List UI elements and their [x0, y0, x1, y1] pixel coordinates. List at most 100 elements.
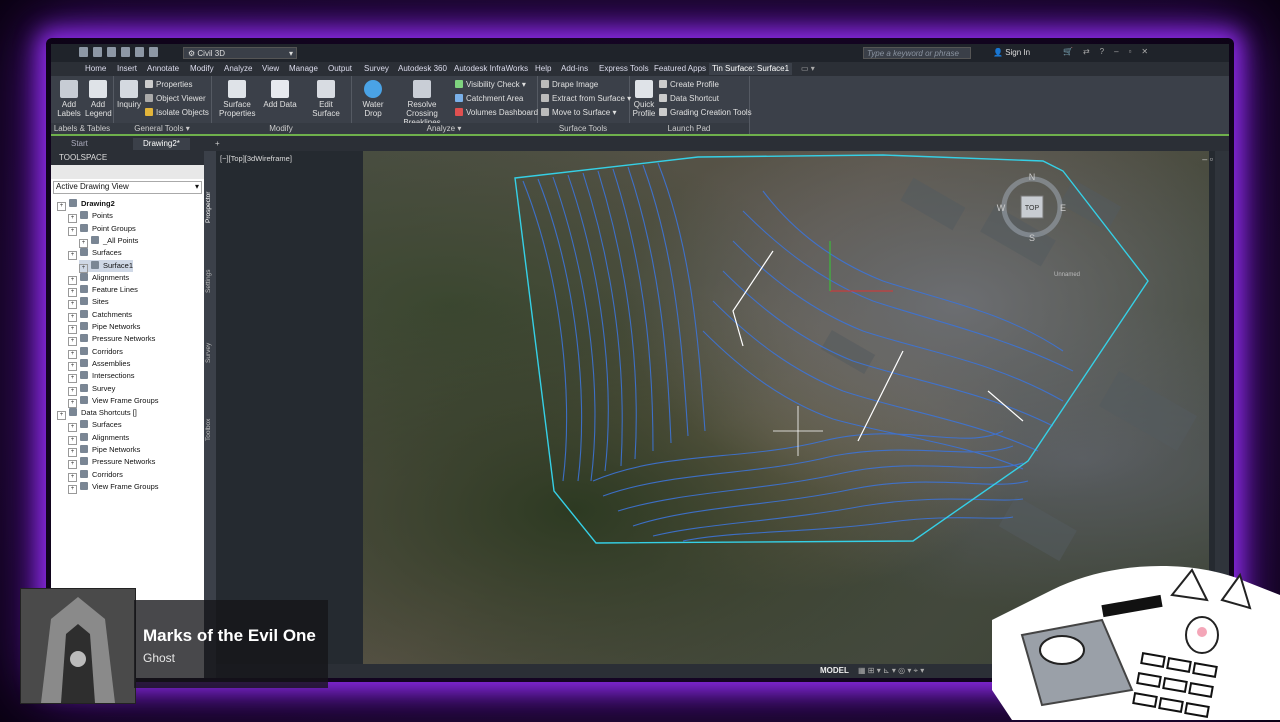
tree-item[interactable]: + Points [68, 210, 113, 224]
extract-from-surface-button[interactable]: Extract from Surface ▾ [541, 94, 631, 104]
help-icon[interactable]: ? [1100, 47, 1104, 56]
tree-item[interactable]: + Pipe Networks [68, 444, 140, 457]
move-to-surface-button[interactable]: Move to Surface ▾ [541, 108, 617, 118]
expand-icon[interactable]: + [57, 411, 66, 421]
tab-modify[interactable]: Modify [190, 63, 214, 75]
vtab-settings[interactable]: Settings [205, 270, 212, 294]
tree-item[interactable]: + Data Shortcuts [] [57, 407, 137, 421]
visibility-check-button[interactable]: Visibility Check ▾ [455, 80, 526, 90]
vtab-survey[interactable]: Survey [205, 343, 212, 363]
minimize-icon[interactable]: – [1114, 47, 1118, 56]
signin-button[interactable]: 👤 Sign In [993, 47, 1030, 59]
new-tab-icon[interactable]: + [211, 138, 224, 150]
tab-survey[interactable]: Survey [364, 63, 389, 75]
tree-item[interactable]: + _All Points [79, 235, 138, 248]
expand-icon[interactable]: + [57, 202, 66, 211]
tab-insert[interactable]: Insert [117, 63, 137, 75]
tree-item[interactable]: + View Frame Groups [68, 481, 159, 494]
quick-profile-label: Quick Profile [632, 100, 656, 118]
ribbon-options-icon[interactable]: ▭ ▾ [801, 63, 815, 75]
panel-title[interactable]: General Tools ▾ [113, 123, 211, 134]
tab-analyze[interactable]: Analyze [224, 63, 252, 75]
maximize-icon[interactable]: ▫ [1129, 47, 1132, 56]
viewport-controls-label[interactable]: [−][Top][3dWireframe] [220, 154, 292, 163]
add-data-button[interactable]: Add Data [263, 80, 297, 109]
add-legend-button[interactable]: Add Legend [85, 80, 112, 118]
new-icon[interactable] [79, 47, 88, 57]
add-labels-button[interactable]: Add Labels [57, 80, 81, 118]
tree-item[interactable]: + Surface1 [79, 259, 134, 273]
tab-featured-apps[interactable]: Featured Apps [654, 63, 706, 75]
edit-surface-button[interactable]: Edit Surface [305, 80, 347, 118]
data-shortcut-button[interactable]: Data Shortcut [659, 94, 719, 104]
vtab-prospector[interactable]: Prospector [205, 192, 212, 223]
expand-icon[interactable]: + [68, 484, 77, 494]
water-drop-button[interactable]: Water Drop [353, 80, 393, 118]
cart-icon[interactable]: 🛒 [1063, 47, 1073, 56]
search-input[interactable]: Type a keyword or phrase [863, 47, 971, 59]
tree-item[interactable]: + Corridors [68, 469, 123, 482]
tree-item[interactable]: + Survey [68, 383, 115, 396]
tree-item[interactable]: + Pressure Networks [68, 333, 155, 347]
tree-item[interactable]: + Pipe Networks [68, 321, 140, 334]
tree-item[interactable]: + Assemblies [68, 358, 130, 371]
tree-item[interactable]: + Feature Lines [68, 284, 138, 298]
tab-annotate[interactable]: Annotate [147, 63, 179, 75]
tree-item[interactable]: + Catchments [68, 309, 132, 322]
object-viewer-button[interactable]: Object Viewer [145, 94, 206, 104]
vtab-toolbox[interactable]: Toolbox [205, 419, 212, 441]
exchange-icon[interactable]: ⇄ [1083, 47, 1090, 56]
tree-item[interactable]: + Pressure Networks [68, 456, 155, 470]
tree-item[interactable]: + Sites [68, 296, 109, 310]
view-select[interactable]: Active Drawing View ▾ [53, 181, 202, 194]
redo-icon[interactable] [149, 47, 158, 57]
isolate-objects-button[interactable]: Isolate Objects [145, 108, 209, 118]
drape-image-button[interactable]: Drape Image [541, 80, 598, 90]
surface-properties-button[interactable]: Surface Properties [219, 80, 255, 118]
tab-express-tools[interactable]: Express Tools [599, 63, 649, 75]
doc-tab-drawing2[interactable]: Drawing2* [133, 138, 190, 150]
create-profile-button[interactable]: Create Profile [659, 80, 719, 90]
tab-manage[interactable]: Manage [289, 63, 318, 75]
undo-icon[interactable] [135, 47, 144, 57]
tree-item[interactable]: + Corridors [68, 346, 123, 359]
tree-node-icon [69, 199, 77, 207]
save-icon[interactable] [107, 47, 116, 57]
tree-item-label: Intersections [92, 371, 135, 381]
tree-item[interactable]: + Point Groups [68, 223, 136, 236]
panel-title[interactable]: Analyze ▾ [351, 123, 537, 134]
expand-icon[interactable]: + [68, 226, 77, 236]
tab-add-ins[interactable]: Add-ins [561, 63, 588, 75]
tree-item[interactable]: + Drawing2 [57, 198, 115, 211]
tab-autodesk-360[interactable]: Autodesk 360 [398, 63, 447, 75]
tab-output[interactable]: Output [328, 63, 352, 75]
tree-item[interactable]: + Alignments [68, 432, 129, 445]
grading-creation-tools-button[interactable]: Grading Creation Tools [659, 108, 752, 118]
catchment-area-button[interactable]: Catchment Area [455, 94, 523, 104]
tab-view[interactable]: View [262, 63, 279, 75]
grid-icon[interactable]: ▦ ⊞ ▾ ⊾ ▾ ◎ ▾ ⌖ ▾ [858, 666, 924, 676]
workspace-select[interactable]: ⚙ Civil 3D ▾ [183, 47, 297, 59]
open-icon[interactable] [93, 47, 102, 57]
tab-infraworks[interactable]: Autodesk InfraWorks [454, 63, 528, 75]
inquiry-button[interactable]: Inquiry [117, 80, 141, 109]
tree-item[interactable]: + Surfaces [68, 247, 122, 261]
tree-item[interactable]: + Intersections [68, 370, 135, 384]
tab-help[interactable]: Help [535, 63, 551, 75]
volumes-dashboard-button[interactable]: Volumes Dashboard [455, 108, 538, 118]
wcs-menu[interactable]: Unnamed [1054, 272, 1080, 278]
tab-tin-surface[interactable]: Tin Surface: Surface1 [709, 63, 793, 75]
tree-item[interactable]: + View Frame Groups [68, 395, 159, 408]
resolve-crossing-button[interactable]: Resolve Crossing Breaklines [393, 80, 451, 127]
tab-home[interactable]: Home [85, 63, 106, 75]
expand-icon[interactable]: + [68, 251, 77, 261]
close-icon[interactable]: ✕ [1141, 47, 1148, 56]
tree-item[interactable]: + Alignments [68, 272, 129, 285]
properties-button[interactable]: Properties [145, 80, 192, 90]
doc-tab-start[interactable]: Start [61, 138, 98, 150]
quick-profile-button[interactable]: Quick Profile [631, 80, 657, 118]
viewcube[interactable]: TOP N S E W [996, 171, 1068, 243]
print-icon[interactable] [121, 47, 130, 57]
model-space-button[interactable]: MODEL [820, 666, 849, 675]
tree-item[interactable]: + Surfaces [68, 419, 122, 433]
